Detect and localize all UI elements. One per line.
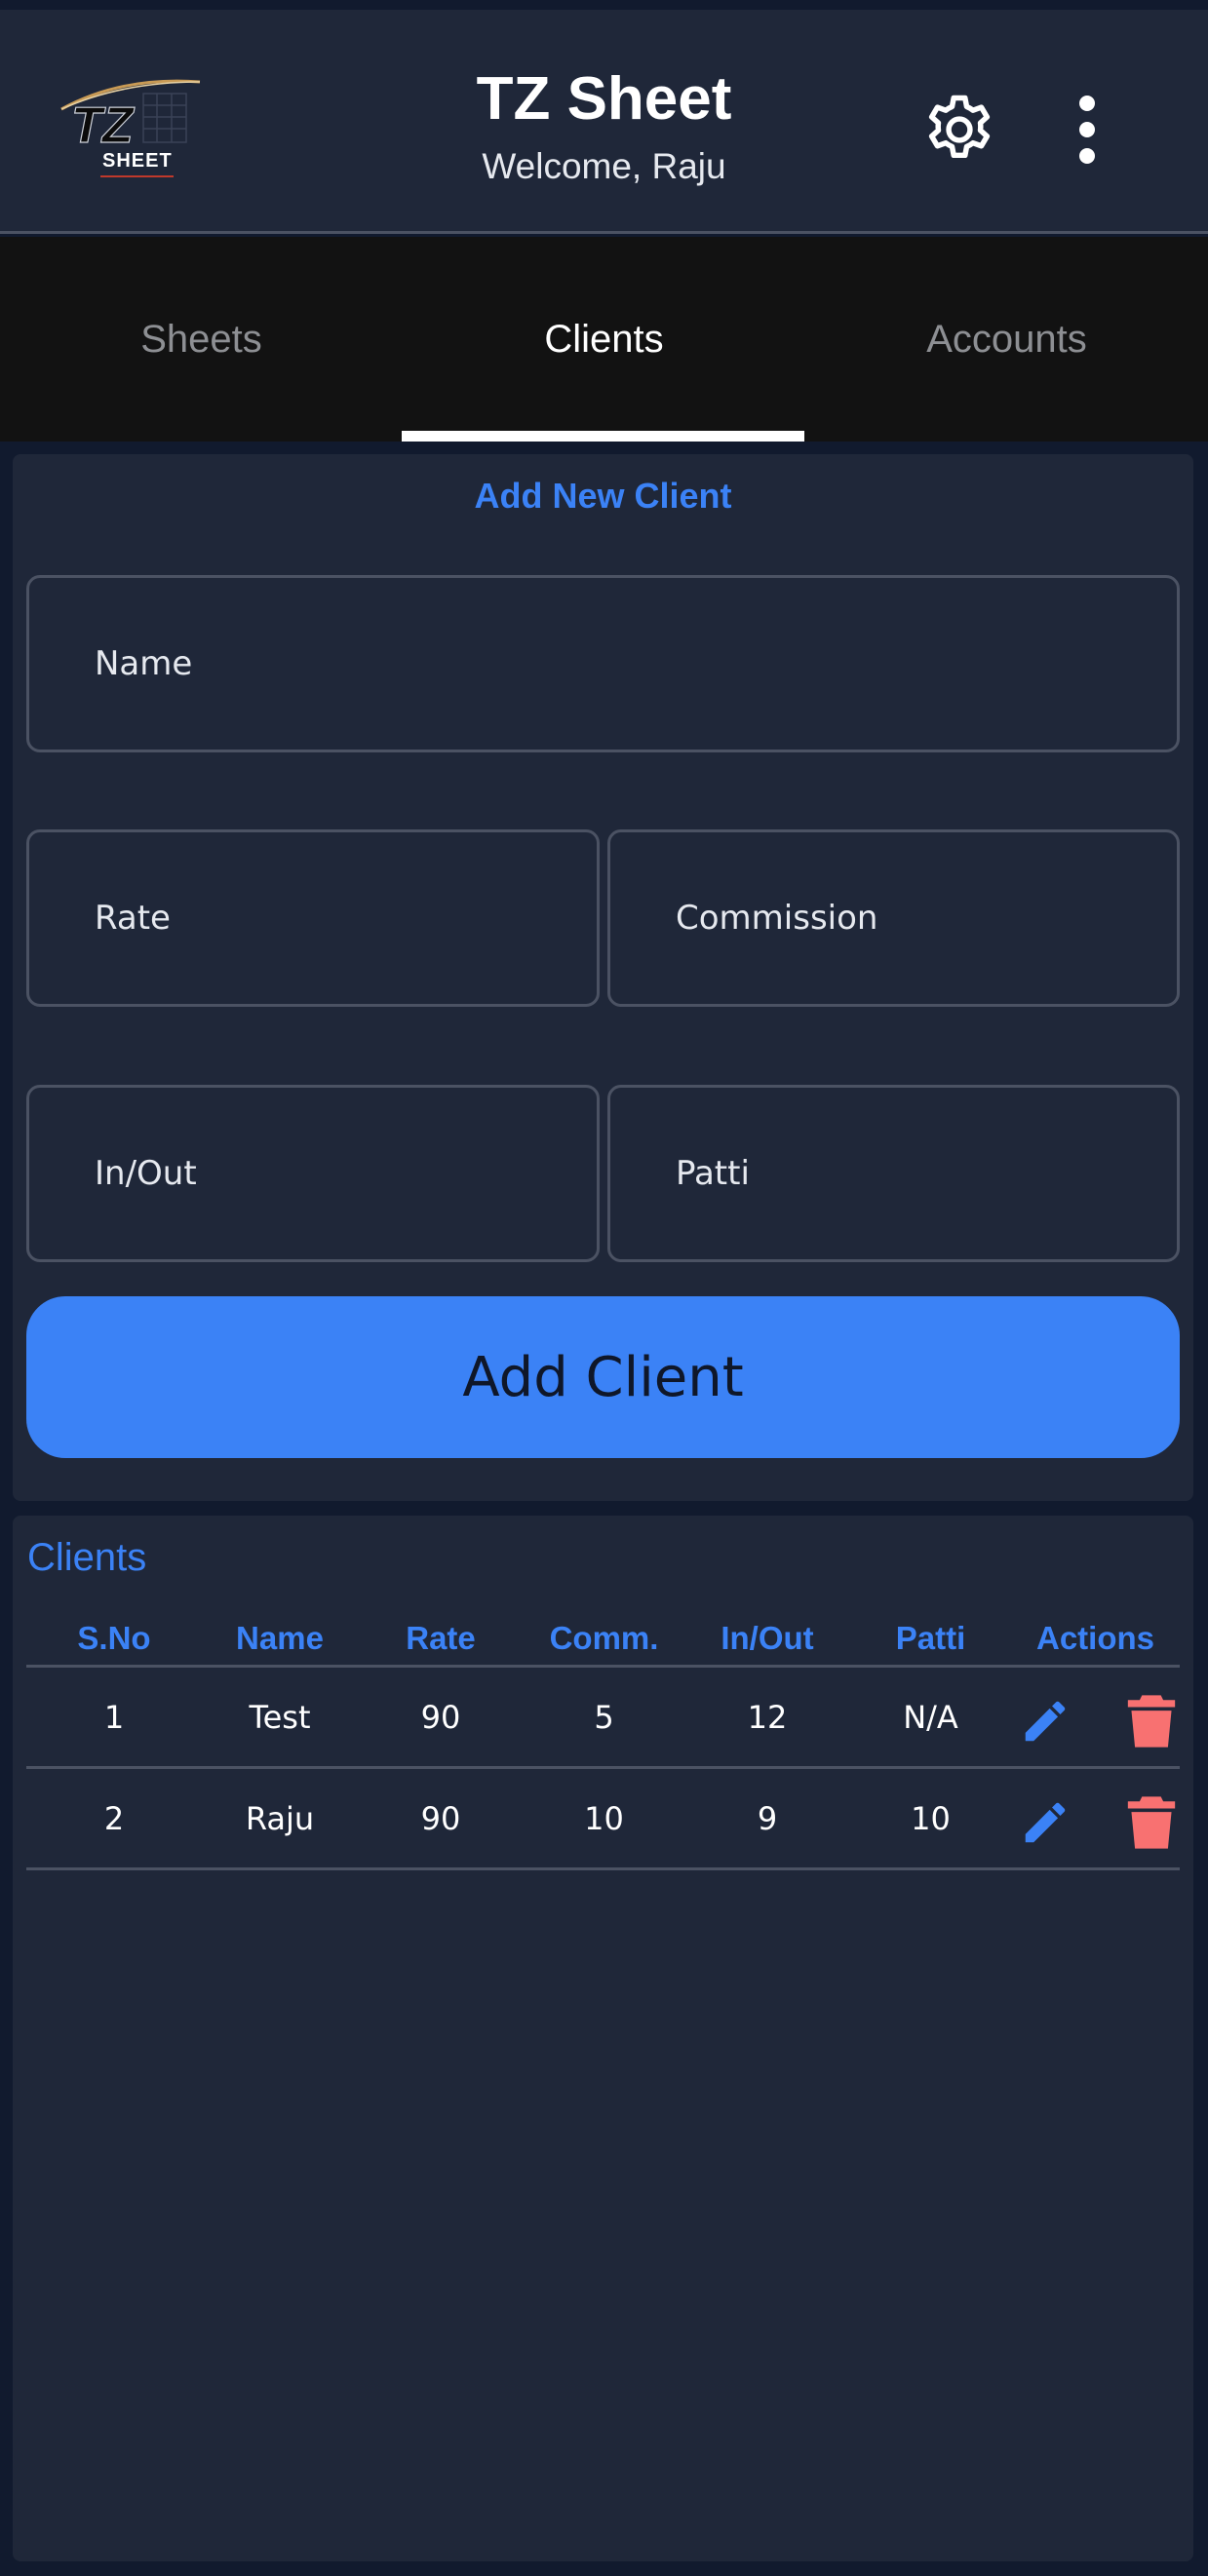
app-title: TZ Sheet: [476, 65, 732, 133]
cell-name: Raju: [245, 1799, 315, 1837]
commission-field[interactable]: Commission: [607, 829, 1180, 1007]
cell-rate: 90: [420, 1799, 461, 1837]
patti-field[interactable]: Patti: [607, 1085, 1180, 1262]
form-heading: Add New Client: [474, 476, 732, 516]
clients-list: Clients S.No Name Rate Comm. In/Out Patt…: [13, 1516, 1193, 2561]
pencil-icon[interactable]: [1019, 1794, 1072, 1851]
commission-field-label: Commission: [676, 899, 878, 938]
cell-sno: 2: [103, 1799, 125, 1837]
rate-field[interactable]: Rate: [26, 829, 600, 1007]
table-row: 2 Raju 90 10 9 10: [26, 1769, 1180, 1870]
inout-field-label: In/Out: [95, 1154, 197, 1193]
add-client-form: Add New Client Name Rate Commission In/O…: [13, 454, 1193, 1501]
pencil-icon[interactable]: [1019, 1693, 1072, 1749]
tab-clients[interactable]: Clients: [403, 237, 805, 442]
inout-field[interactable]: In/Out: [26, 1085, 600, 1262]
col-actions: Actions: [1035, 1619, 1154, 1656]
tab-bar: Sheets Clients Accounts: [0, 237, 1208, 442]
cell-patti: N/A: [903, 1698, 958, 1736]
name-field-label: Name: [95, 644, 193, 683]
patti-field-label: Patti: [676, 1154, 750, 1193]
tab-sheets[interactable]: Sheets: [0, 237, 403, 442]
cell-comm: 10: [584, 1799, 624, 1837]
cell-inout: 12: [747, 1698, 788, 1736]
col-name: Name: [236, 1619, 324, 1656]
col-rate: Rate: [406, 1619, 476, 1656]
col-inout: In/Out: [721, 1619, 814, 1656]
status-strip: [0, 0, 1208, 10]
cell-rate: 90: [420, 1698, 461, 1736]
tab-active-indicator: [402, 431, 804, 442]
clients-title: Clients: [27, 1536, 147, 1579]
clients-table: S.No Name Rate Comm. In/Out Patti Action…: [26, 1611, 1180, 1870]
table-row: 1 Test 90 5 12 N/A: [26, 1668, 1180, 1769]
cell-name: Test: [249, 1698, 311, 1736]
trash-icon[interactable]: [1125, 1794, 1178, 1851]
welcome-text: Welcome, Raju: [482, 146, 726, 186]
add-client-button[interactable]: Add Client: [26, 1296, 1180, 1458]
tab-accounts[interactable]: Accounts: [805, 237, 1208, 442]
more-vertical-icon[interactable]: [1068, 90, 1107, 170]
name-field[interactable]: Name: [26, 575, 1180, 752]
col-comm: Comm.: [549, 1619, 659, 1656]
gear-icon[interactable]: [919, 90, 999, 170]
col-patti: Patti: [895, 1619, 966, 1656]
cell-comm: 5: [594, 1698, 614, 1736]
cell-sno: 1: [103, 1698, 125, 1736]
cell-inout: 9: [757, 1799, 778, 1837]
trash-icon[interactable]: [1125, 1693, 1178, 1749]
table-header: S.No Name Rate Comm. In/Out Patti Action…: [26, 1611, 1180, 1668]
app-header: TZ SHEET TZ Sheet Welcome, Raju: [0, 10, 1208, 234]
rate-field-label: Rate: [95, 899, 171, 938]
col-sno: S.No: [77, 1619, 151, 1656]
cell-patti: 10: [911, 1799, 951, 1837]
